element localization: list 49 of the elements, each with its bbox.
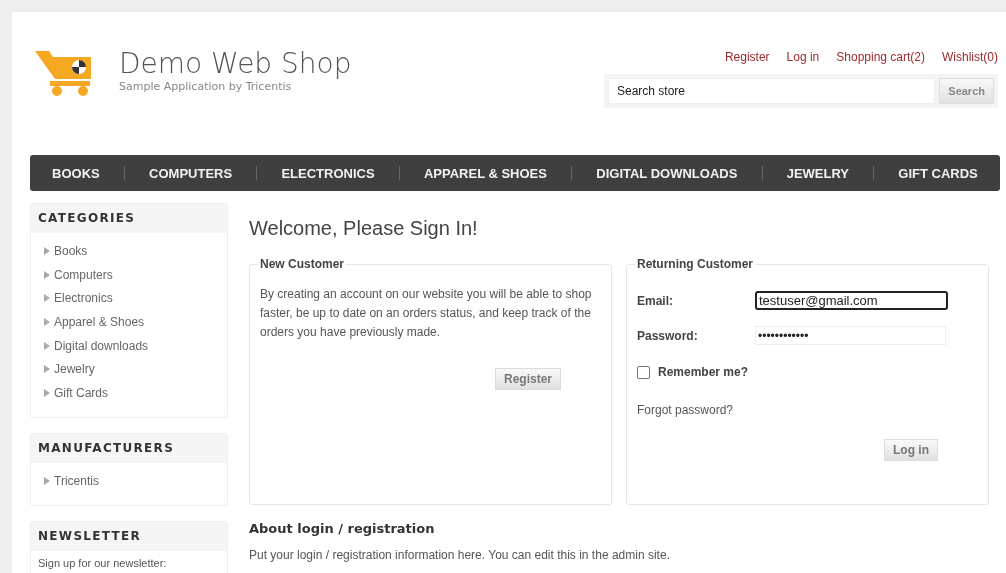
header-link[interactable]: Wishlist(0) — [942, 50, 998, 64]
triangle-icon — [44, 246, 50, 255]
field-label: Password: — [637, 328, 699, 343]
email-field[interactable]: testuser@gmail.com — [755, 291, 948, 310]
checkbox-label: Remember me? — [658, 365, 749, 379]
new-customer-text: By creating an account on our website you will be able to shop faster, be up to date on an orders status, and keep track of the orders you have previously made. — [260, 286, 593, 341]
category-link[interactable]: Tricentis — [54, 473, 99, 488]
nav-link[interactable]: APPAREL & SHOES — [423, 163, 547, 183]
search-field[interactable]: Search store — [608, 78, 936, 104]
nav-link[interactable]: GIFT CARDS — [898, 163, 978, 183]
triangle-icon — [44, 476, 50, 485]
password-field[interactable]: •••••••••••• — [755, 326, 946, 345]
nav-link[interactable]: COMPUTERS — [149, 163, 233, 183]
section-title: About login / registration — [249, 521, 436, 536]
nav-link[interactable]: JEWELRY — [786, 163, 850, 183]
header-link[interactable]: Register — [724, 50, 770, 64]
header-link[interactable]: Shopping cart(2) — [836, 50, 925, 64]
nav-link[interactable]: DIGITAL DOWNLOADS — [596, 163, 738, 183]
triangle-icon — [44, 270, 50, 279]
triangle-icon — [44, 317, 50, 326]
register-button[interactable]: Register — [494, 368, 561, 390]
block-title: MANUFACTURERS — [31, 433, 227, 463]
triangle-icon — [44, 388, 50, 397]
page-title: Welcome, Please Sign In! — [249, 217, 479, 240]
nav-link[interactable]: BOOKS — [52, 163, 100, 183]
category-link[interactable]: Jewelry — [54, 362, 95, 377]
site-title: Demo Web Shop — [119, 48, 352, 80]
category-link[interactable]: Books — [54, 243, 88, 258]
category-link[interactable]: Computers — [54, 267, 113, 282]
triangle-icon — [44, 294, 50, 303]
panel-legend: Returning Customer — [635, 257, 755, 271]
block-title: CATEGORIES — [31, 204, 227, 233]
category-link[interactable]: Gift Cards — [54, 385, 108, 400]
triangle-icon — [44, 341, 50, 350]
site-subtitle: Sample Application by Tricentis — [119, 80, 293, 93]
category-link[interactable]: Electronics — [54, 291, 113, 306]
forgot-password-link[interactable]: Forgot password? — [637, 403, 734, 417]
nav-link[interactable]: ELECTRONICS — [281, 163, 375, 183]
category-link[interactable]: Apparel & Shoes — [54, 314, 145, 329]
block-title: NEWSLETTER — [31, 521, 227, 551]
triangle-icon — [44, 365, 50, 374]
login-button[interactable]: Log in — [884, 439, 938, 461]
field-label: Email: — [637, 293, 674, 308]
category-link[interactable]: Digital downloads — [54, 338, 149, 353]
header-link[interactable]: Log in — [786, 50, 820, 64]
panel-legend: New Customer — [258, 257, 347, 271]
checkbox[interactable] — [637, 365, 650, 379]
newsletter-text: Sign up for our newsletter: — [37, 555, 168, 571]
about-text: Put your login / registration information here. You can edit this in the admin site. — [249, 548, 671, 562]
